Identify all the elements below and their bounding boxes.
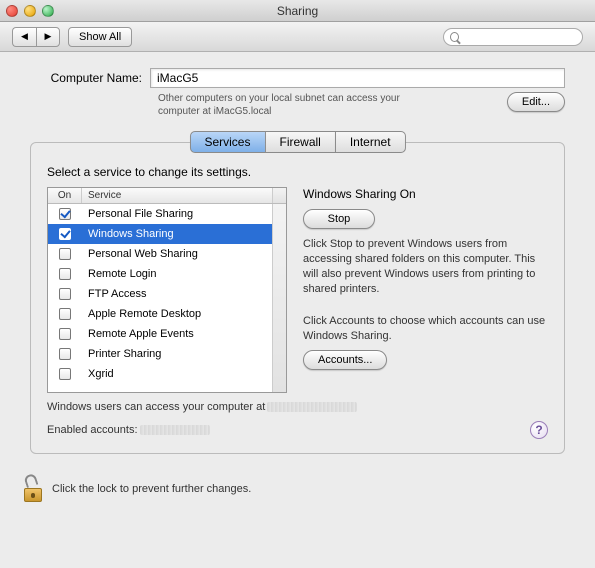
service-row[interactable]: Remote Apple Events — [48, 324, 272, 344]
service-name: Personal File Sharing — [82, 208, 272, 220]
service-row[interactable]: Windows Sharing — [48, 224, 272, 244]
column-service[interactable]: Service — [82, 188, 272, 203]
service-checkbox[interactable] — [59, 328, 71, 340]
stop-description: Click Stop to prevent Windows users from… — [303, 237, 548, 296]
help-button[interactable]: ? — [530, 421, 548, 439]
services-panel: ServicesFirewallInternet Select a servic… — [30, 142, 565, 454]
forward-button[interactable]: ▶ — [36, 27, 60, 47]
service-detail: Windows Sharing On Stop Click Stop to pr… — [303, 187, 548, 393]
computer-name-note: Other computers on your local subnet can… — [158, 92, 418, 118]
service-checkbox[interactable] — [59, 288, 71, 300]
tab-firewall[interactable]: Firewall — [265, 131, 335, 153]
service-checkbox[interactable] — [59, 268, 71, 280]
service-name: Remote Login — [82, 268, 272, 280]
service-row[interactable]: Personal File Sharing — [48, 204, 272, 224]
service-checkbox[interactable] — [59, 248, 71, 260]
panel-instruction: Select a service to change its settings. — [47, 165, 548, 179]
enabled-accounts: Enabled accounts: ? — [47, 421, 548, 439]
show-all-button[interactable]: Show All — [68, 27, 132, 47]
search-input[interactable] — [463, 30, 576, 44]
service-checkbox[interactable] — [59, 308, 71, 320]
detail-title: Windows Sharing On — [303, 187, 548, 201]
computer-name-label: Computer Name: — [30, 71, 150, 85]
service-checkbox[interactable] — [59, 348, 71, 360]
service-name: Xgrid — [82, 368, 272, 380]
service-name: Personal Web Sharing — [82, 248, 272, 260]
service-row[interactable]: Xgrid — [48, 364, 272, 384]
redacted-accounts — [140, 425, 210, 435]
chevron-right-icon: ▶ — [45, 31, 52, 42]
window-title: Sharing — [0, 4, 595, 18]
service-name: Apple Remote Desktop — [82, 308, 272, 320]
lock-row: Click the lock to prevent further change… — [0, 462, 595, 512]
service-checkbox[interactable] — [59, 228, 71, 240]
table-header: On Service — [48, 188, 286, 204]
service-name: Windows Sharing — [82, 228, 272, 240]
column-on[interactable]: On — [48, 188, 82, 203]
scrollbar-header — [272, 188, 286, 203]
tab-bar: ServicesFirewallInternet — [189, 131, 405, 153]
accounts-description: Click Accounts to choose which accounts … — [303, 314, 548, 344]
search-field[interactable] — [443, 28, 583, 46]
computer-name-row: Computer Name: — [30, 68, 565, 88]
search-icon — [450, 32, 459, 42]
services-table: On Service Personal File Sharing Windows … — [47, 187, 287, 393]
stop-button[interactable]: Stop — [303, 209, 375, 229]
redacted-address — [267, 402, 357, 412]
lock-text: Click the lock to prevent further change… — [52, 483, 251, 495]
service-row[interactable]: Printer Sharing — [48, 344, 272, 364]
service-row[interactable]: Personal Web Sharing — [48, 244, 272, 264]
toolbar: ◀ ▶ Show All — [0, 22, 595, 52]
scrollbar[interactable] — [272, 204, 286, 392]
computer-name-input[interactable] — [150, 68, 565, 88]
tab-internet[interactable]: Internet — [336, 131, 406, 153]
lock-icon[interactable] — [22, 476, 44, 502]
content: Computer Name: Other computers on your l… — [0, 52, 595, 462]
service-checkbox[interactable] — [59, 368, 71, 380]
service-name: Printer Sharing — [82, 348, 272, 360]
chevron-left-icon: ◀ — [21, 31, 28, 42]
titlebar: Sharing — [0, 0, 595, 22]
access-info: Windows users can access your computer a… — [47, 401, 548, 413]
edit-button[interactable]: Edit... — [507, 92, 565, 112]
back-button[interactable]: ◀ — [12, 27, 36, 47]
service-checkbox[interactable] — [59, 208, 71, 220]
service-row[interactable]: Apple Remote Desktop — [48, 304, 272, 324]
service-name: FTP Access — [82, 288, 272, 300]
service-row[interactable]: FTP Access — [48, 284, 272, 304]
tab-services[interactable]: Services — [189, 131, 265, 153]
service-row[interactable]: Remote Login — [48, 264, 272, 284]
service-name: Remote Apple Events — [82, 328, 272, 340]
accounts-button[interactable]: Accounts... — [303, 350, 387, 370]
nav-buttons: ◀ ▶ — [12, 27, 60, 47]
